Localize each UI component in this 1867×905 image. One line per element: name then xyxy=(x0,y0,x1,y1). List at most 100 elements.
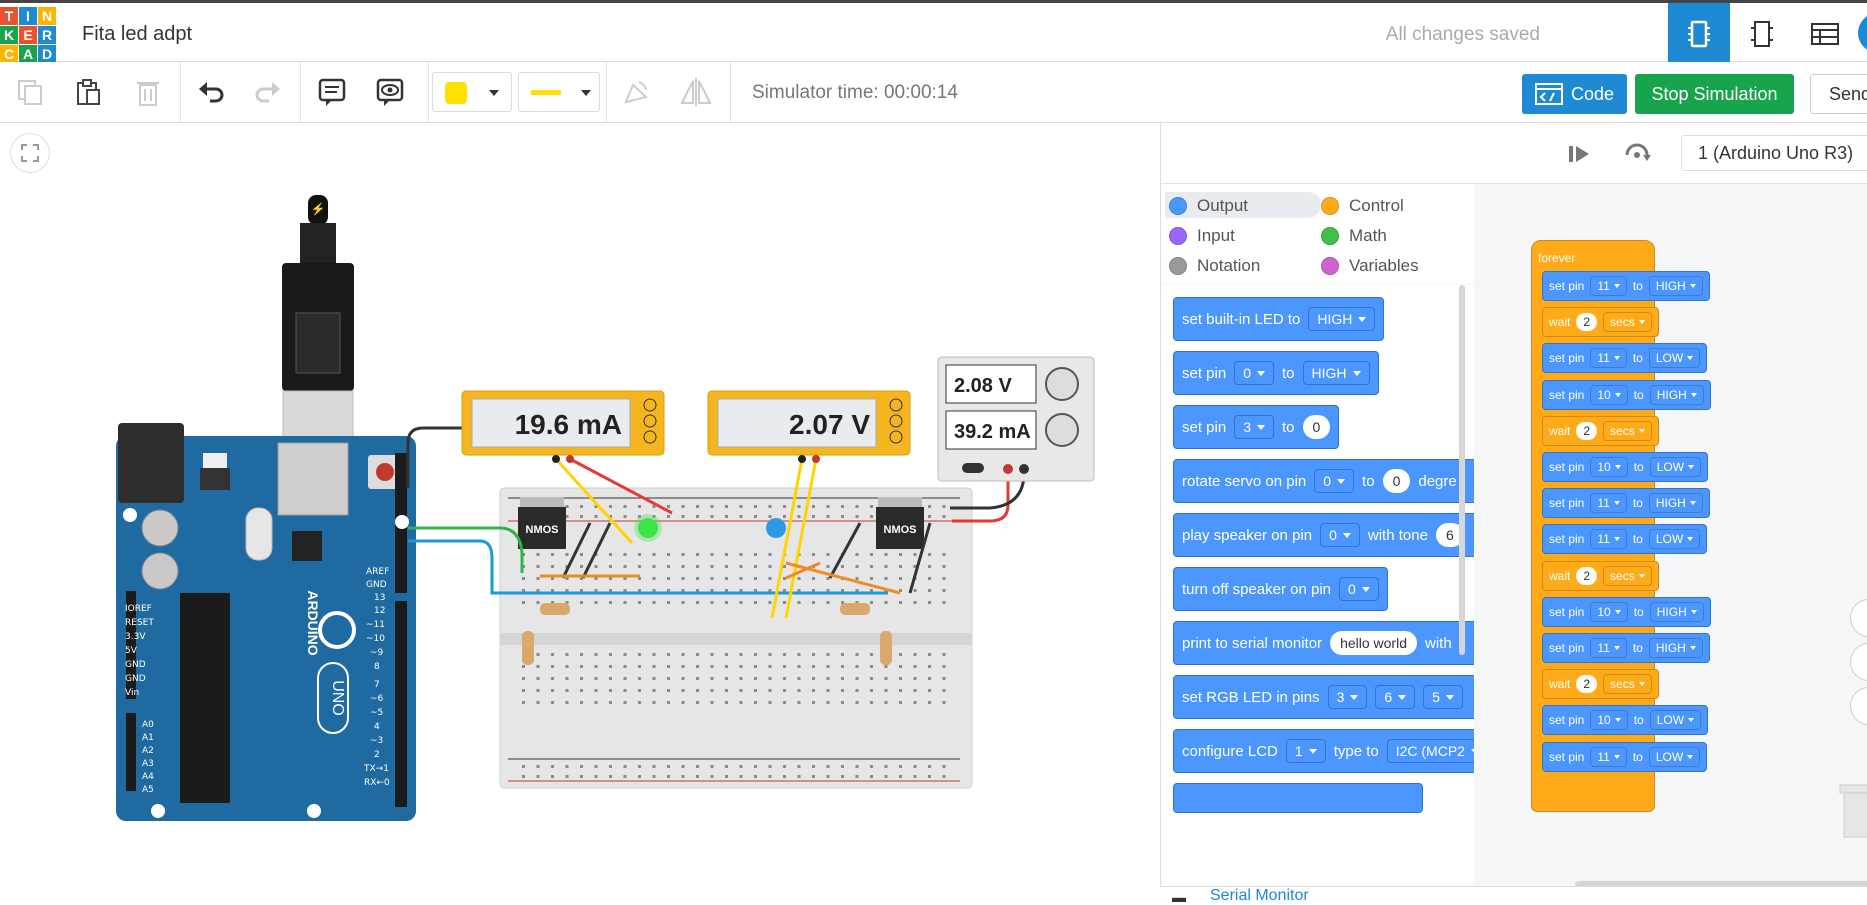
dropdown[interactable]: 0 xyxy=(1320,523,1360,547)
svg-text:GND: GND xyxy=(125,660,146,670)
copy-button[interactable] xyxy=(10,72,50,112)
svg-text:~6: ~6 xyxy=(370,694,384,704)
category-output[interactable]: Output xyxy=(1169,196,1248,216)
rotate-button[interactable] xyxy=(616,72,656,112)
avatar[interactable] xyxy=(1858,13,1867,53)
circuit-view-icon xyxy=(1688,20,1710,48)
value-input[interactable]: 0 xyxy=(1302,415,1331,439)
undo-button[interactable] xyxy=(191,72,231,112)
component-list-button[interactable] xyxy=(1794,3,1856,65)
dropdown[interactable]: 3 xyxy=(1327,685,1368,709)
svg-text:NMOS: NMOS xyxy=(526,524,559,536)
svg-text:5V: 5V xyxy=(125,646,138,656)
notes-button[interactable] xyxy=(312,72,352,112)
block-set-pin-digital[interactable]: set pin 0 to HIGH xyxy=(1173,351,1379,395)
block-set-rgb-led[interactable]: set RGB LED in pins 3 6 5 xyxy=(1173,675,1474,719)
stop-simulation-button[interactable]: Stop Simulation xyxy=(1635,74,1794,114)
zoom-in-button[interactable] xyxy=(1850,599,1867,637)
edit-toolbar: Simulator time: 00:00:14 Code Stop Simul… xyxy=(0,62,1867,123)
wait-block[interactable]: wait 2 secs xyxy=(1542,415,1659,446)
code-button[interactable]: Code xyxy=(1522,74,1627,114)
dropdown[interactable]: 1 xyxy=(1285,739,1326,763)
logo-letter: D xyxy=(38,45,56,63)
resistor xyxy=(522,631,534,665)
set-pin-block[interactable]: set pin 11 to LOW xyxy=(1542,343,1708,374)
dropdown[interactable]: 6 xyxy=(1375,685,1416,709)
uno-label: UNO xyxy=(329,680,346,716)
svg-text:Vin: Vin xyxy=(125,688,139,698)
resistor xyxy=(880,631,892,665)
category-variables[interactable]: Variables xyxy=(1321,256,1419,276)
dropdown[interactable]: 0 xyxy=(1234,361,1274,385)
category-notation[interactable]: Notation xyxy=(1169,256,1260,276)
circuit-canvas[interactable]: ⚡ IOREF RESET 3.3V 5V GND GND Vin A0 A1 A2 A3 A4… xyxy=(0,123,1160,902)
svg-text:A1: A1 xyxy=(142,733,154,743)
dropdown[interactable]: 5 xyxy=(1423,685,1463,709)
set-pin-block[interactable]: set pin 10 to HIGH xyxy=(1542,379,1711,410)
notes-visibility-button[interactable] xyxy=(370,72,410,112)
svg-text:2: 2 xyxy=(374,750,380,760)
send-to-button[interactable]: Send xyxy=(1810,74,1867,114)
value-input[interactable]: hello world xyxy=(1330,631,1417,655)
set-pin-block[interactable]: set pin 11 to HIGH xyxy=(1542,271,1710,301)
category-input[interactable]: Input xyxy=(1169,226,1235,246)
wire-style-picker[interactable] xyxy=(518,72,600,112)
set-pin-block[interactable]: set pin 10 to LOW xyxy=(1542,705,1709,736)
set-pin-block[interactable]: set pin 10 to LOW xyxy=(1542,452,1709,482)
block-turn-off-speaker[interactable]: turn off speaker on pin 0 xyxy=(1173,567,1388,611)
dropdown[interactable]: 3 xyxy=(1234,415,1274,439)
redo-button[interactable] xyxy=(248,72,288,112)
step-button[interactable] xyxy=(1567,143,1591,170)
schematic-view-icon xyxy=(1751,21,1773,47)
serial-monitor-bar[interactable]: ▬ Serial Monitor xyxy=(1160,886,1867,905)
set-pin-block[interactable]: set pin 11 to LOW xyxy=(1542,524,1708,555)
block-set-builtin-led[interactable]: set built-in LED to HIGH xyxy=(1173,297,1385,341)
fill-color-swatch xyxy=(445,82,467,104)
value-input[interactable]: 0 xyxy=(1382,469,1411,493)
fill-color-picker[interactable] xyxy=(432,72,512,112)
set-pin-block[interactable]: set pin 11 to HIGH xyxy=(1542,633,1710,663)
tinkercad-logo[interactable]: TIN KER CAD xyxy=(0,7,58,63)
dropdown[interactable]: 0 xyxy=(1339,577,1379,601)
project-title[interactable]: Fita led adpt xyxy=(82,23,192,46)
zoom-reset-button[interactable] xyxy=(1850,687,1867,725)
flip-button[interactable] xyxy=(676,72,716,112)
svg-text:~9: ~9 xyxy=(370,648,384,658)
logo-letter: C xyxy=(0,45,18,63)
block-rotate-servo[interactable]: rotate servo on pin 0 to 0 degre xyxy=(1173,459,1474,503)
schematic-view-button[interactable] xyxy=(1731,3,1793,65)
dropdown[interactable]: HIGH xyxy=(1302,361,1370,385)
wait-block[interactable]: wait 2 secs xyxy=(1542,307,1659,338)
block-set-pin-analog[interactable]: set pin 3 to 0 xyxy=(1173,405,1340,449)
palette-scrollbar[interactable] xyxy=(1459,285,1465,655)
paste-button[interactable] xyxy=(68,72,108,112)
forever-block[interactable]: forever set pin 11 to HIGH wait 2 secs set pin 1… xyxy=(1531,240,1711,812)
dropdown[interactable]: HIGH xyxy=(1308,307,1376,331)
block-configure-lcd[interactable]: configure LCD 1 type to I2C (MCP2 xyxy=(1173,729,1474,773)
svg-text:8: 8 xyxy=(374,662,380,672)
category-math[interactable]: Math xyxy=(1321,226,1387,246)
restart-button[interactable] xyxy=(1623,141,1651,172)
dropdown[interactable]: I2C (MCP2 xyxy=(1386,739,1474,763)
delete-button[interactable] xyxy=(128,72,168,112)
set-pin-block[interactable]: set pin 10 to HIGH xyxy=(1542,596,1711,627)
block-play-speaker[interactable]: play speaker on pin 0 with tone 6 xyxy=(1173,513,1474,557)
circuit-view-button[interactable] xyxy=(1668,3,1730,65)
trash-can-icon[interactable] xyxy=(1838,781,1867,841)
svg-text:~3: ~3 xyxy=(370,736,383,746)
device-selector[interactable]: 1 (Arduino Uno R3) xyxy=(1681,135,1867,171)
simulator-time: Simulator time: 00:00:14 xyxy=(752,82,958,103)
logo-letter: E xyxy=(19,26,37,44)
zoom-out-button[interactable] xyxy=(1850,643,1867,681)
dropdown[interactable]: 0 xyxy=(1314,469,1355,493)
wait-block[interactable]: wait 2 secs xyxy=(1542,669,1659,700)
block-print-serial[interactable]: print to serial monitor hello world with xyxy=(1173,621,1474,665)
block-partial[interactable] xyxy=(1173,783,1423,813)
block-categories: Output Control Input Math Notation Varia… xyxy=(1161,184,1474,284)
svg-text:RX←0: RX←0 xyxy=(364,778,390,788)
svg-text:AREF: AREF xyxy=(366,567,389,577)
category-control[interactable]: Control xyxy=(1321,196,1404,216)
wait-block[interactable]: wait 2 secs xyxy=(1542,560,1659,591)
set-pin-block[interactable]: set pin 11 to LOW xyxy=(1542,741,1708,772)
set-pin-block[interactable]: set pin 11 to HIGH xyxy=(1542,488,1710,519)
